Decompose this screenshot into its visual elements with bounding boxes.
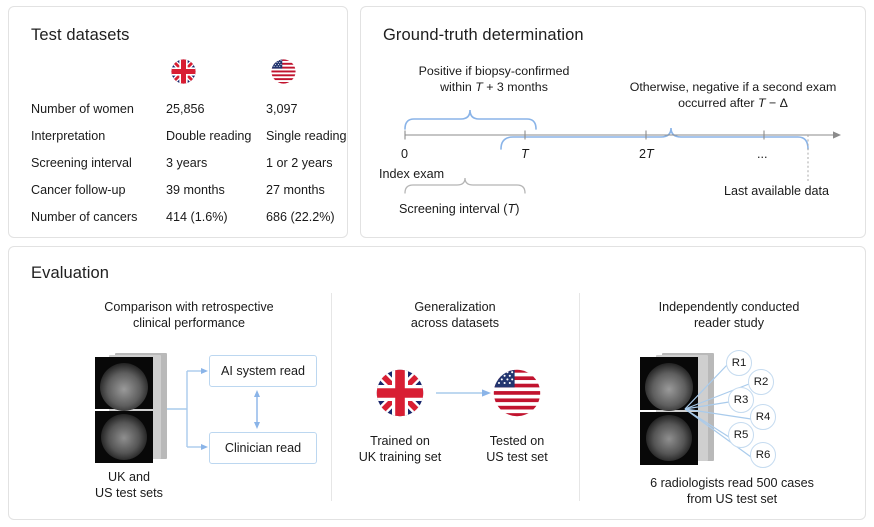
row-us-0: 3,097 (266, 102, 298, 116)
section-c-caption-line1: 6 radiologists read 500 cases (607, 475, 857, 491)
section-c-caption-line2: from US test set (607, 491, 857, 507)
row-uk-0: 25,856 (166, 102, 205, 116)
screening-interval-label: Screening interval (T) (399, 202, 519, 216)
row-label-4: Number of cancers (31, 210, 137, 224)
tick-label-1: T (521, 147, 529, 161)
row-uk-2: 3 years (166, 156, 207, 170)
row-us-3: 27 months (266, 183, 325, 197)
row-uk-3: 39 months (166, 183, 225, 197)
row-us-1: Single reading (266, 129, 347, 143)
index-exam-label: Index exam (379, 167, 444, 181)
row-label-2: Screening interval (31, 156, 132, 170)
evaluation-panel: Evaluation Comparison with retrospective… (8, 246, 866, 520)
reader-circle-r4[interactable]: R4 (750, 404, 776, 430)
reader-circle-r2[interactable]: R2 (748, 369, 774, 395)
last-available-data-label: Last available data (724, 184, 829, 198)
reader-circle-r1[interactable]: R1 (726, 350, 752, 376)
tick-label-2: 2T (639, 147, 654, 161)
reader-circle-r3[interactable]: R3 (728, 387, 754, 413)
reader-circle-r5[interactable]: R5 (728, 422, 754, 448)
reader-circle-r6[interactable]: R6 (750, 442, 776, 468)
tick-label-3: ... (757, 147, 768, 161)
row-us-4: 686 (22.2%) (266, 210, 335, 224)
row-uk-4: 414 (1.6%) (166, 210, 228, 224)
row-label-0: Number of women (31, 102, 134, 116)
tick-label-0: 0 (401, 147, 408, 161)
row-us-2: 1 or 2 years (266, 156, 333, 170)
row-label-1: Interpretation (31, 129, 105, 143)
test-datasets-panel: Test datasets (8, 6, 348, 238)
ground-truth-panel: Ground-truth determination Positive if b… (360, 6, 866, 238)
us-flag-icon (271, 59, 296, 84)
panel-title-test-datasets: Test datasets (31, 26, 130, 45)
uk-flag-icon (171, 59, 196, 84)
row-uk-1: Double reading (166, 129, 251, 143)
row-label-3: Cancer follow-up (31, 183, 126, 197)
